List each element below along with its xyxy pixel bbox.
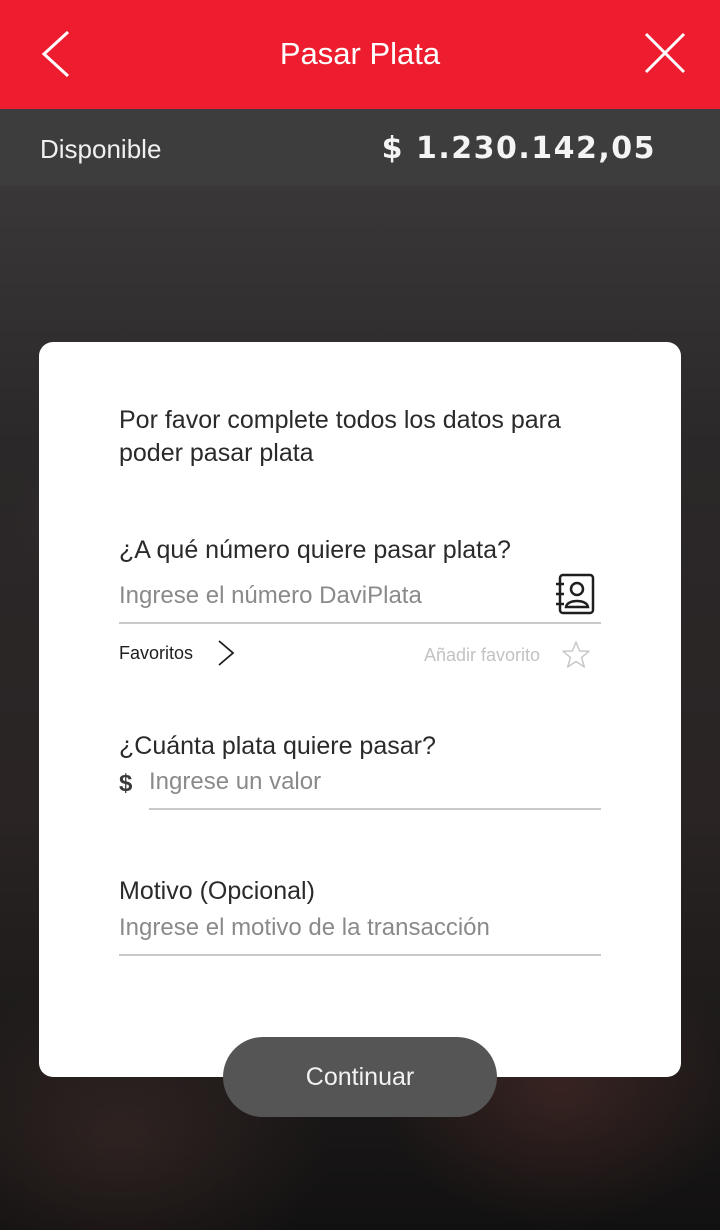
phone-field-underline [119,622,601,624]
reason-field-underline [119,954,601,956]
close-icon [644,32,686,74]
contacts-book-icon [556,573,595,615]
star-icon [562,641,590,668]
amount-field-label: ¿Cuánta plata quiere pasar? [119,732,436,760]
phone-field-label: ¿A qué número quiere pasar plata? [119,536,511,564]
page-title: Pasar Plata [279,36,441,71]
add-favorite-button[interactable]: Añadir favorito [424,638,592,672]
favorites-label: Favoritos [119,642,194,663]
reason-input[interactable] [119,910,599,946]
transfer-form-card: Por favor complete todos los datos para … [39,342,681,1077]
balance-bar: Disponible $ 1.230.142,05 [0,109,720,186]
currency-symbol: $ [119,770,133,797]
continue-button[interactable]: Continuar [223,1037,497,1117]
favorites-link[interactable]: Favoritos [119,636,237,670]
form-intro-text: Por favor complete todos los datos para … [119,406,561,467]
amount-field-underline [149,808,601,810]
back-button[interactable] [30,24,86,84]
amount-input[interactable] [149,764,599,800]
contacts-book-button[interactable] [555,572,597,616]
chevron-left-icon [41,30,70,78]
balance-label: Disponible [40,134,162,164]
balance-value: $ 1.230.142,05 [381,131,656,166]
app-header: Pasar Plata [0,0,720,109]
chevron-right-icon [218,640,235,666]
reason-field-label: Motivo (Opcional) [119,877,315,905]
add-favorite-label: Añadir favorito [424,644,541,665]
phone-number-input[interactable] [119,578,539,614]
close-button[interactable] [636,24,694,82]
